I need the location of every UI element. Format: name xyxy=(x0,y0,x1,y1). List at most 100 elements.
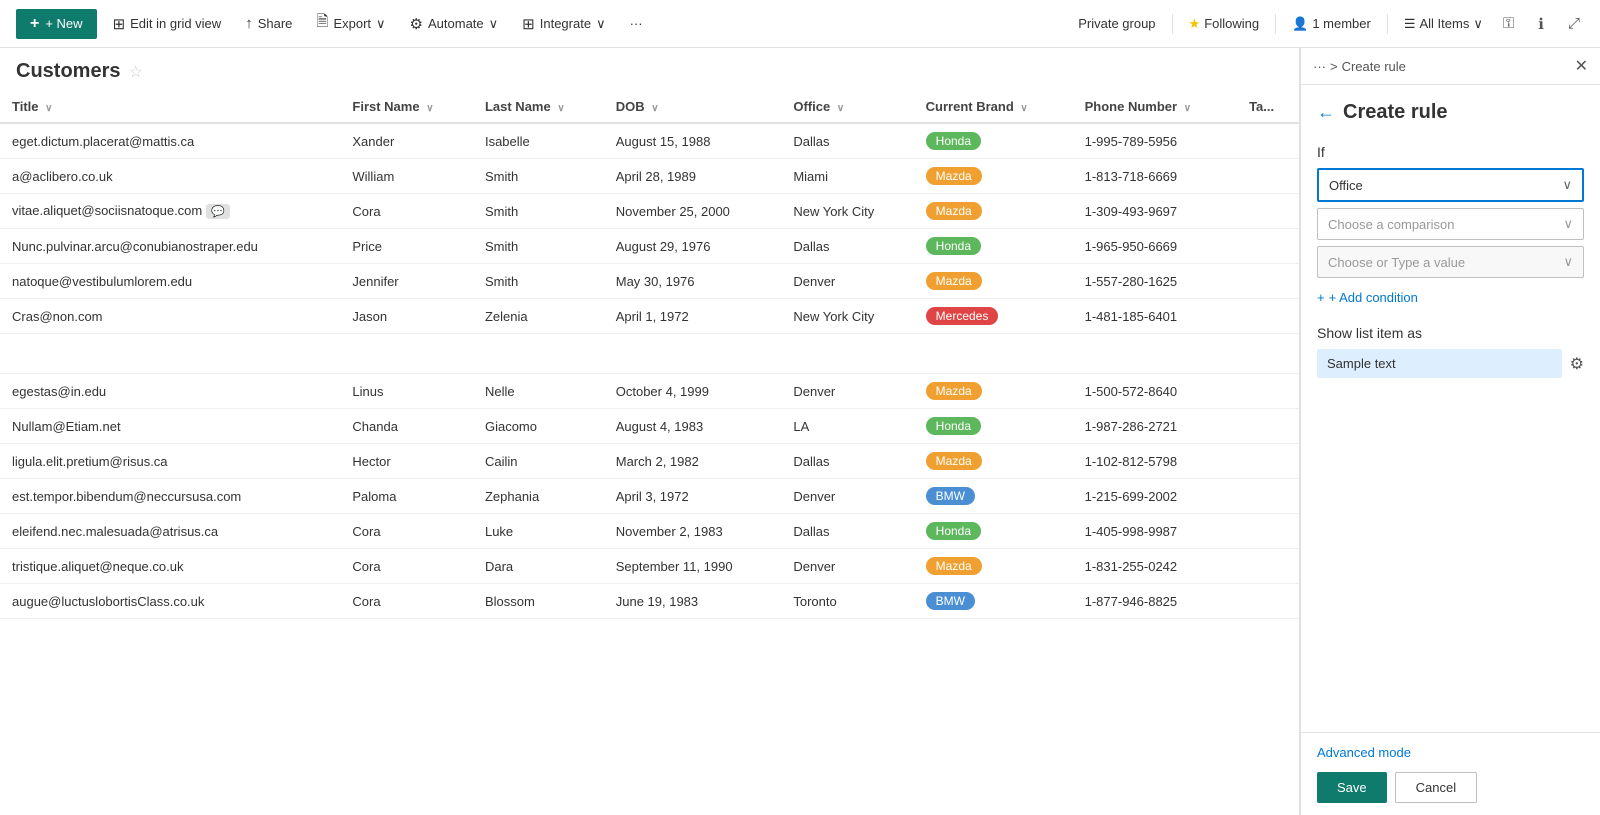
cell-phone: 1-102-812-5798 xyxy=(1073,444,1237,479)
brand-badge: Mazda xyxy=(926,202,982,220)
integrate-button[interactable]: ⊞ Integrate ∨ xyxy=(514,11,613,37)
cell-firstname: Cora xyxy=(340,194,473,229)
cell-firstname: William xyxy=(340,159,473,194)
automate-label: Automate xyxy=(428,16,484,31)
export-chevron: ∨ xyxy=(376,16,386,32)
info-button[interactable]: ℹ xyxy=(1534,11,1548,37)
private-group-label: Private group xyxy=(1078,16,1155,31)
cell-firstname: Chanda xyxy=(340,409,473,444)
edit-grid-button[interactable]: ⊞ Edit in grid view xyxy=(105,11,230,37)
table-row[interactable]: vitae.aliquet@sociisnatoque.com💬 Cora Sm… xyxy=(0,194,1299,229)
cell-phone: 1-987-286-2721 xyxy=(1073,409,1237,444)
cell-brand: Mazda xyxy=(914,444,1073,479)
table-row[interactable] xyxy=(0,334,1299,374)
cell-brand: Honda xyxy=(914,514,1073,549)
cell-title: ligula.elit.pretium@risus.ca xyxy=(0,444,340,479)
favorite-star-icon[interactable]: ☆ xyxy=(128,62,142,82)
cell-phone: 1-405-998-9987 xyxy=(1073,514,1237,549)
table-row[interactable]: eget.dictum.placerat@mattis.ca Xander Is… xyxy=(0,123,1299,159)
more-label: ··· xyxy=(630,16,643,31)
automate-button[interactable]: ⚙ Automate ∨ xyxy=(402,11,507,37)
col-title[interactable]: Title ∨ xyxy=(0,91,340,123)
expand-button[interactable]: ⤢ xyxy=(1564,11,1584,36)
cell-title: eget.dictum.placerat@mattis.ca xyxy=(0,123,340,159)
table-row[interactable]: egestas@in.edu Linus Nelle October 4, 19… xyxy=(0,374,1299,409)
export-button[interactable]: 🗎 Export ∨ xyxy=(308,7,393,40)
top-bar: + + New ⊞ Edit in grid view ↑ Share 🗎 Ex… xyxy=(0,0,1600,48)
col-brand[interactable]: Current Brand ∨ xyxy=(914,91,1073,123)
comparison-chevron-icon: ∨ xyxy=(1563,216,1573,232)
right-panel: ··· > Create rule ✕ ← Create rule If Off… xyxy=(1300,48,1600,815)
value-dropdown[interactable]: Choose or Type a value ∨ xyxy=(1317,246,1584,278)
table-row[interactable]: ligula.elit.pretium@risus.ca Hector Cail… xyxy=(0,444,1299,479)
add-condition-label: + Add condition xyxy=(1329,290,1418,305)
person-icon: 👤 xyxy=(1292,16,1308,32)
cell-tag xyxy=(1237,584,1299,619)
panel-close-button[interactable]: ✕ xyxy=(1575,56,1588,76)
cell-office: Dallas xyxy=(781,229,913,264)
col-firstname[interactable]: First Name ∨ xyxy=(340,91,473,123)
col-office[interactable]: Office ∨ xyxy=(781,91,913,123)
new-button[interactable]: + + New xyxy=(16,9,97,39)
customers-table: Title ∨ First Name ∨ Last Name ∨ DOB ∨ O… xyxy=(0,91,1299,619)
breadcrumb-current: Create rule xyxy=(1342,59,1406,74)
table-row[interactable]: a@aclibero.co.uk William Smith April 28,… xyxy=(0,159,1299,194)
export-icon: 🗎 xyxy=(316,11,328,36)
cell-dob: September 11, 1990 xyxy=(604,549,782,584)
cell-brand: Honda xyxy=(914,409,1073,444)
panel-back-button[interactable]: ← xyxy=(1317,102,1335,123)
cell-dob: April 1, 1972 xyxy=(604,299,782,334)
col-tag[interactable]: Ta... xyxy=(1237,91,1299,123)
table-row[interactable]: Cras@non.com Jason Zelenia April 1, 1972… xyxy=(0,299,1299,334)
table-row[interactable]: natoque@vestibulumlorem.edu Jennifer Smi… xyxy=(0,264,1299,299)
table-wrapper[interactable]: Title ∨ First Name ∨ Last Name ∨ DOB ∨ O… xyxy=(0,91,1299,815)
cancel-button[interactable]: Cancel xyxy=(1395,772,1477,803)
edit-grid-label: Edit in grid view xyxy=(130,16,221,31)
cell-title: Nullam@Etiam.net xyxy=(0,409,340,444)
cell-title: natoque@vestibulumlorem.edu xyxy=(0,264,340,299)
format-icon[interactable]: ⚙ xyxy=(1570,354,1584,374)
all-items-label: All Items xyxy=(1420,16,1470,31)
cell-brand: Honda xyxy=(914,123,1073,159)
cell-office: Dallas xyxy=(781,123,913,159)
add-condition-button[interactable]: + + Add condition xyxy=(1317,290,1418,305)
value-chevron-icon: ∨ xyxy=(1563,254,1573,270)
brand-badge: Mazda xyxy=(926,272,982,290)
if-label: If xyxy=(1317,144,1584,160)
footer-buttons: Save Cancel xyxy=(1317,772,1584,803)
cell-office: Dallas xyxy=(781,514,913,549)
col-lastname[interactable]: Last Name ∨ xyxy=(473,91,604,123)
brand-badge: Mazda xyxy=(926,167,982,185)
cell-dob: June 19, 1983 xyxy=(604,584,782,619)
save-button[interactable]: Save xyxy=(1317,772,1387,803)
table-row[interactable]: augue@luctuslobortisClass.co.uk Cora Blo… xyxy=(0,584,1299,619)
sample-text-row: Sample text ⚙ xyxy=(1317,349,1584,378)
cell-firstname: Jennifer xyxy=(340,264,473,299)
advanced-mode-button[interactable]: Advanced mode xyxy=(1317,745,1584,760)
table-header-row: Title ∨ First Name ∨ Last Name ∨ DOB ∨ O… xyxy=(0,91,1299,123)
panel-body: ← Create rule If Office ∨ Choose a compa… xyxy=(1301,85,1600,732)
comparison-dropdown[interactable]: Choose a comparison ∨ xyxy=(1317,208,1584,240)
cell-brand: Mazda xyxy=(914,194,1073,229)
cell-title: augue@luctuslobortisClass.co.uk xyxy=(0,584,340,619)
col-phone[interactable]: Phone Number ∨ xyxy=(1073,91,1237,123)
all-items-button[interactable]: ☰ All Items ∨ xyxy=(1404,16,1483,32)
table-row[interactable]: Nunc.pulvinar.arcu@conubianostraper.edu … xyxy=(0,229,1299,264)
field-select-dropdown[interactable]: Office ∨ xyxy=(1317,168,1584,202)
share-button[interactable]: ↑ Share xyxy=(237,11,300,36)
table-row[interactable]: est.tempor.bibendum@neccursusa.com Palom… xyxy=(0,479,1299,514)
cell-office: Toronto xyxy=(781,584,913,619)
more-button[interactable]: ··· xyxy=(622,12,651,35)
table-row[interactable]: eleifend.nec.malesuada@atrisus.ca Cora L… xyxy=(0,514,1299,549)
cell-firstname: Cora xyxy=(340,514,473,549)
filter-button[interactable]: ⚿ xyxy=(1499,11,1518,36)
cell-brand: Mazda xyxy=(914,264,1073,299)
table-row[interactable]: tristique.aliquet@neque.co.uk Cora Dara … xyxy=(0,549,1299,584)
cell-title: Nunc.pulvinar.arcu@conubianostraper.edu xyxy=(0,229,340,264)
col-dob[interactable]: DOB ∨ xyxy=(604,91,782,123)
cell-office: Denver xyxy=(781,264,913,299)
cell-lastname: Zephania xyxy=(473,479,604,514)
table-row[interactable]: Nullam@Etiam.net Chanda Giacomo August 4… xyxy=(0,409,1299,444)
cell-tag xyxy=(1237,264,1299,299)
following-button[interactable]: ★ Following xyxy=(1189,16,1260,32)
